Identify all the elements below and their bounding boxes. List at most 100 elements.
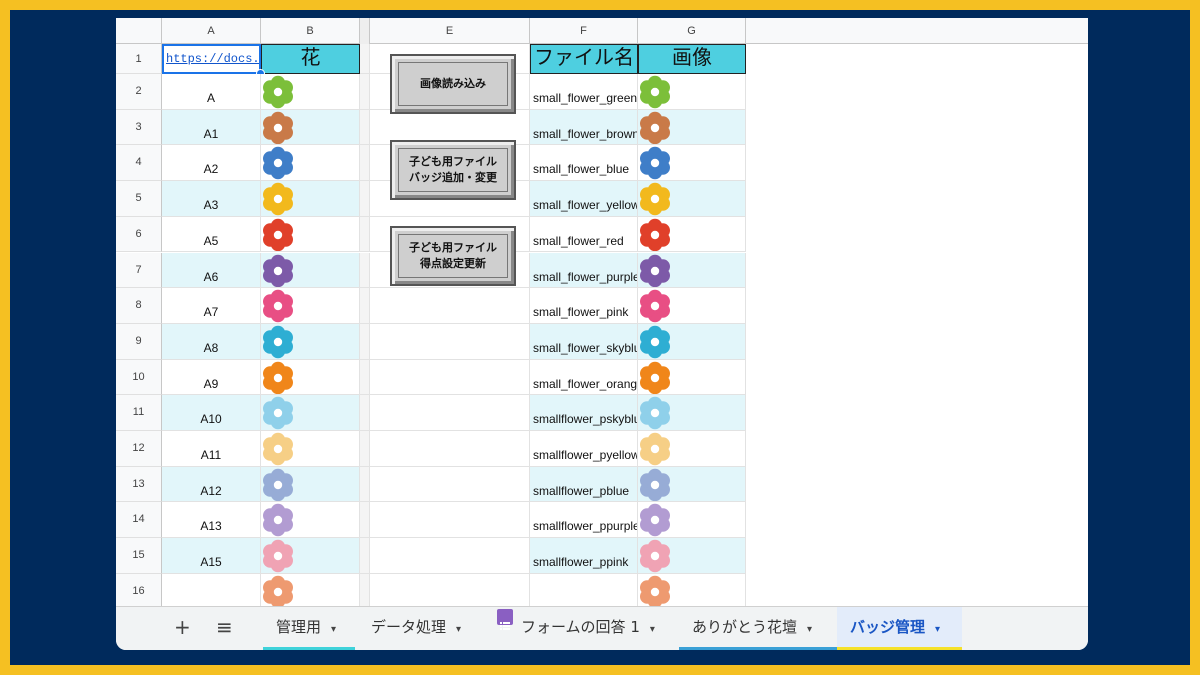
- row-header-16[interactable]: 16: [116, 573, 162, 610]
- column-header-a[interactable]: A: [162, 18, 261, 44]
- cell-f-filename[interactable]: small_flower_purple: [530, 252, 638, 289]
- cell-e[interactable]: [370, 431, 530, 467]
- row-header-9[interactable]: 9: [116, 323, 162, 360]
- cell-b-flower[interactable]: [261, 359, 360, 396]
- cell-e[interactable]: [370, 395, 530, 431]
- load-images-button[interactable]: 画像読み込み: [390, 54, 516, 114]
- row-header-3[interactable]: 3: [116, 109, 162, 146]
- cell-a-value[interactable]: A3: [162, 181, 261, 217]
- row-header-11[interactable]: 11: [116, 395, 162, 431]
- cell-a-value[interactable]: A12: [162, 466, 261, 503]
- cell-a-value[interactable]: A2: [162, 145, 261, 182]
- tab-thanks-flowerbed[interactable]: ありがとう花壇 ▾: [692, 607, 812, 649]
- cell-b-flower[interactable]: [261, 109, 360, 146]
- badge-update-button[interactable]: 子ども用ファイル バッジ追加・変更: [390, 140, 516, 200]
- cell-b-flower[interactable]: [261, 395, 360, 431]
- cell-a-value[interactable]: A9: [162, 359, 261, 396]
- cell-a-value[interactable]: A8: [162, 323, 261, 360]
- cell-f-filename[interactable]: small_flower_pink: [530, 288, 638, 324]
- cell-e[interactable]: [370, 502, 530, 539]
- cell-b-flower[interactable]: [261, 145, 360, 182]
- cell-g-image[interactable]: [638, 74, 746, 110]
- column-header-b[interactable]: B: [261, 18, 360, 44]
- row-header-7[interactable]: 7: [116, 252, 162, 289]
- cell-b-flower[interactable]: [261, 431, 360, 467]
- cell-e[interactable]: [370, 573, 530, 610]
- row-header-5[interactable]: 5: [116, 181, 162, 217]
- cell-g-image[interactable]: [638, 395, 746, 431]
- cell-b-flower[interactable]: [261, 323, 360, 360]
- cell-g-image[interactable]: [638, 538, 746, 574]
- cell-g-image[interactable]: [638, 323, 746, 360]
- cell-g-image[interactable]: [638, 359, 746, 396]
- cell-g-image[interactable]: [638, 181, 746, 217]
- cell-g-image[interactable]: [638, 216, 746, 253]
- cell-b-flower[interactable]: [261, 288, 360, 324]
- score-update-button[interactable]: 子ども用ファイル 得点設定更新: [390, 226, 516, 286]
- cell-g-image[interactable]: [638, 573, 746, 610]
- tab-badge-management[interactable]: バッジ管理 ▾: [837, 607, 962, 649]
- cell-e[interactable]: [370, 323, 530, 360]
- row-header-4[interactable]: 4: [116, 145, 162, 182]
- column-header-f[interactable]: F: [530, 18, 638, 44]
- cell-a1-link[interactable]: https://docs.google.com/: [162, 44, 261, 74]
- cell-a-value[interactable]: A13: [162, 502, 261, 539]
- cell-b-flower[interactable]: [261, 538, 360, 574]
- cell-a-value[interactable]: A7: [162, 288, 261, 324]
- cell-f-filename[interactable]: [530, 573, 638, 610]
- cell-f-filename[interactable]: smallflower_pyellow: [530, 431, 638, 467]
- cell-g-image[interactable]: [638, 288, 746, 324]
- cell-f-filename[interactable]: smallflower_pblue: [530, 466, 638, 503]
- cell-b-flower[interactable]: [261, 216, 360, 253]
- tab-kanri[interactable]: 管理用 ▾: [276, 607, 336, 649]
- cell-g-image[interactable]: [638, 466, 746, 503]
- all-sheets-icon[interactable]: ≡: [216, 615, 233, 639]
- cell-b-flower[interactable]: [261, 74, 360, 110]
- cell-e[interactable]: [370, 359, 530, 396]
- cell-a-value[interactable]: A5: [162, 216, 261, 253]
- cell-a-value[interactable]: A: [162, 74, 261, 110]
- tab-form-responses[interactable]: フォームの回答 1 ▾: [497, 607, 655, 649]
- row-header-15[interactable]: 15: [116, 538, 162, 574]
- cell-f-filename[interactable]: small_flower_blue: [530, 145, 638, 182]
- cell-f-filename[interactable]: small_flower_orange: [530, 359, 638, 396]
- row-header-13[interactable]: 13: [116, 466, 162, 503]
- cell-a-value[interactable]: A11: [162, 431, 261, 467]
- cell-f-filename[interactable]: smallflower_ppurple: [530, 502, 638, 539]
- add-sheet-icon[interactable]: +: [174, 615, 191, 639]
- cell-e[interactable]: [370, 288, 530, 324]
- hidden-columns-marker[interactable]: [360, 18, 370, 44]
- cell-a-value[interactable]: [162, 573, 261, 610]
- cell-e[interactable]: [370, 466, 530, 503]
- column-header-g[interactable]: G: [638, 18, 746, 44]
- row-header-1[interactable]: 1: [116, 44, 162, 74]
- row-header-8[interactable]: 8: [116, 288, 162, 324]
- tab-data-processing[interactable]: データ処理 ▾: [371, 607, 461, 649]
- cell-f-filename[interactable]: small_flower_green: [530, 74, 638, 110]
- cell-f-filename[interactable]: small_flower_brown: [530, 109, 638, 146]
- cell-a-value[interactable]: A10: [162, 395, 261, 431]
- column-header-e[interactable]: E: [370, 18, 530, 44]
- row-header-6[interactable]: 6: [116, 216, 162, 253]
- cell-f-filename[interactable]: smallflower_ppink: [530, 538, 638, 574]
- cell-b-flower[interactable]: [261, 466, 360, 503]
- cell-g-image[interactable]: [638, 502, 746, 539]
- row-header-2[interactable]: 2: [116, 74, 162, 110]
- cell-b-flower[interactable]: [261, 181, 360, 217]
- cell-g-image[interactable]: [638, 252, 746, 289]
- corner-cell[interactable]: [116, 18, 162, 44]
- cell-g-image[interactable]: [638, 431, 746, 467]
- cell-b-flower[interactable]: [261, 573, 360, 610]
- cell-a-value[interactable]: A6: [162, 252, 261, 289]
- cell-b-flower[interactable]: [261, 252, 360, 289]
- cell-g-image[interactable]: [638, 145, 746, 182]
- cell-e[interactable]: [370, 538, 530, 574]
- cell-a-value[interactable]: A15: [162, 538, 261, 574]
- cell-f-filename[interactable]: small_flower_skyblue: [530, 323, 638, 360]
- row-header-14[interactable]: 14: [116, 502, 162, 539]
- row-header-12[interactable]: 12: [116, 431, 162, 467]
- cell-f-filename[interactable]: smallflower_pskyblue: [530, 395, 638, 431]
- row-header-10[interactable]: 10: [116, 359, 162, 396]
- cell-b-flower[interactable]: [261, 502, 360, 539]
- cell-a-value[interactable]: A1: [162, 109, 261, 146]
